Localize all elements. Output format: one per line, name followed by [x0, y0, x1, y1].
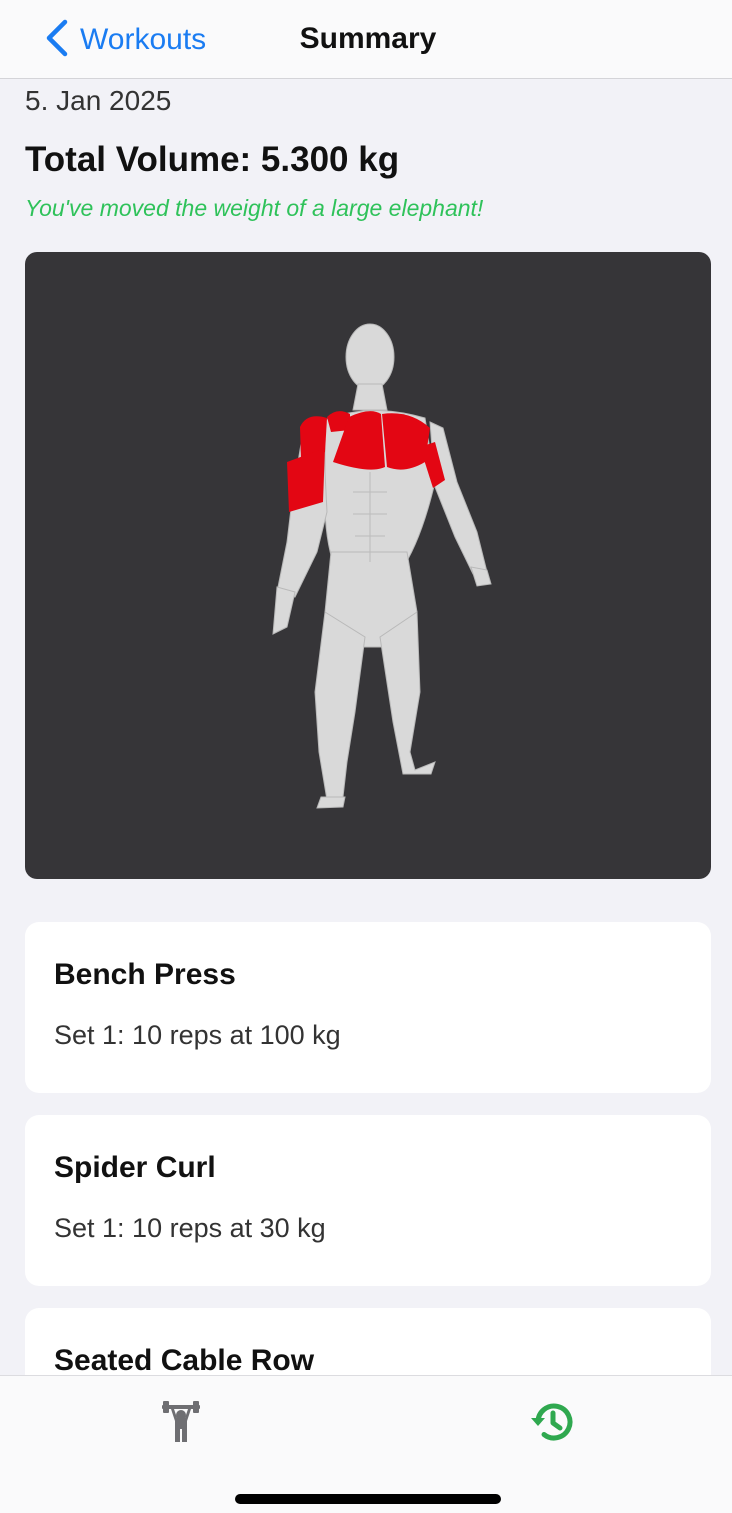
page-title: Summary [299, 22, 437, 55]
total-volume: Total Volume: 5.300 kg [25, 140, 400, 179]
exercise-name: Seated Cable Row [54, 1344, 315, 1377]
motivation-message: You've moved the weight of a large eleph… [25, 195, 484, 221]
exercise-card[interactable]: Spider Curl Set 1: 10 reps at 30 kg [25, 1115, 711, 1286]
navigation-bar: Workouts Summary [0, 0, 732, 79]
tab-bar [0, 1375, 732, 1513]
exercise-name: Bench Press [54, 958, 236, 991]
muscle-bicep-left [287, 448, 325, 512]
tab-history[interactable] [522, 1394, 582, 1454]
head [345, 323, 395, 391]
home-indicator [235, 1494, 501, 1504]
workout-date: 5. Jan 2025 [25, 85, 172, 116]
tab-workouts[interactable] [151, 1394, 211, 1454]
muscle-model-viewer[interactable] [25, 252, 711, 879]
exercise-card[interactable]: Bench Press Set 1: 10 reps at 100 kg [25, 922, 711, 1093]
exercise-name: Spider Curl [54, 1151, 216, 1184]
exercise-set: Set 1: 10 reps at 30 kg [54, 1213, 326, 1243]
history-icon [528, 1398, 576, 1451]
body-figure [272, 323, 492, 809]
weightlifter-icon [161, 1400, 201, 1448]
exercise-set: Set 1: 10 reps at 100 kg [54, 1020, 341, 1050]
